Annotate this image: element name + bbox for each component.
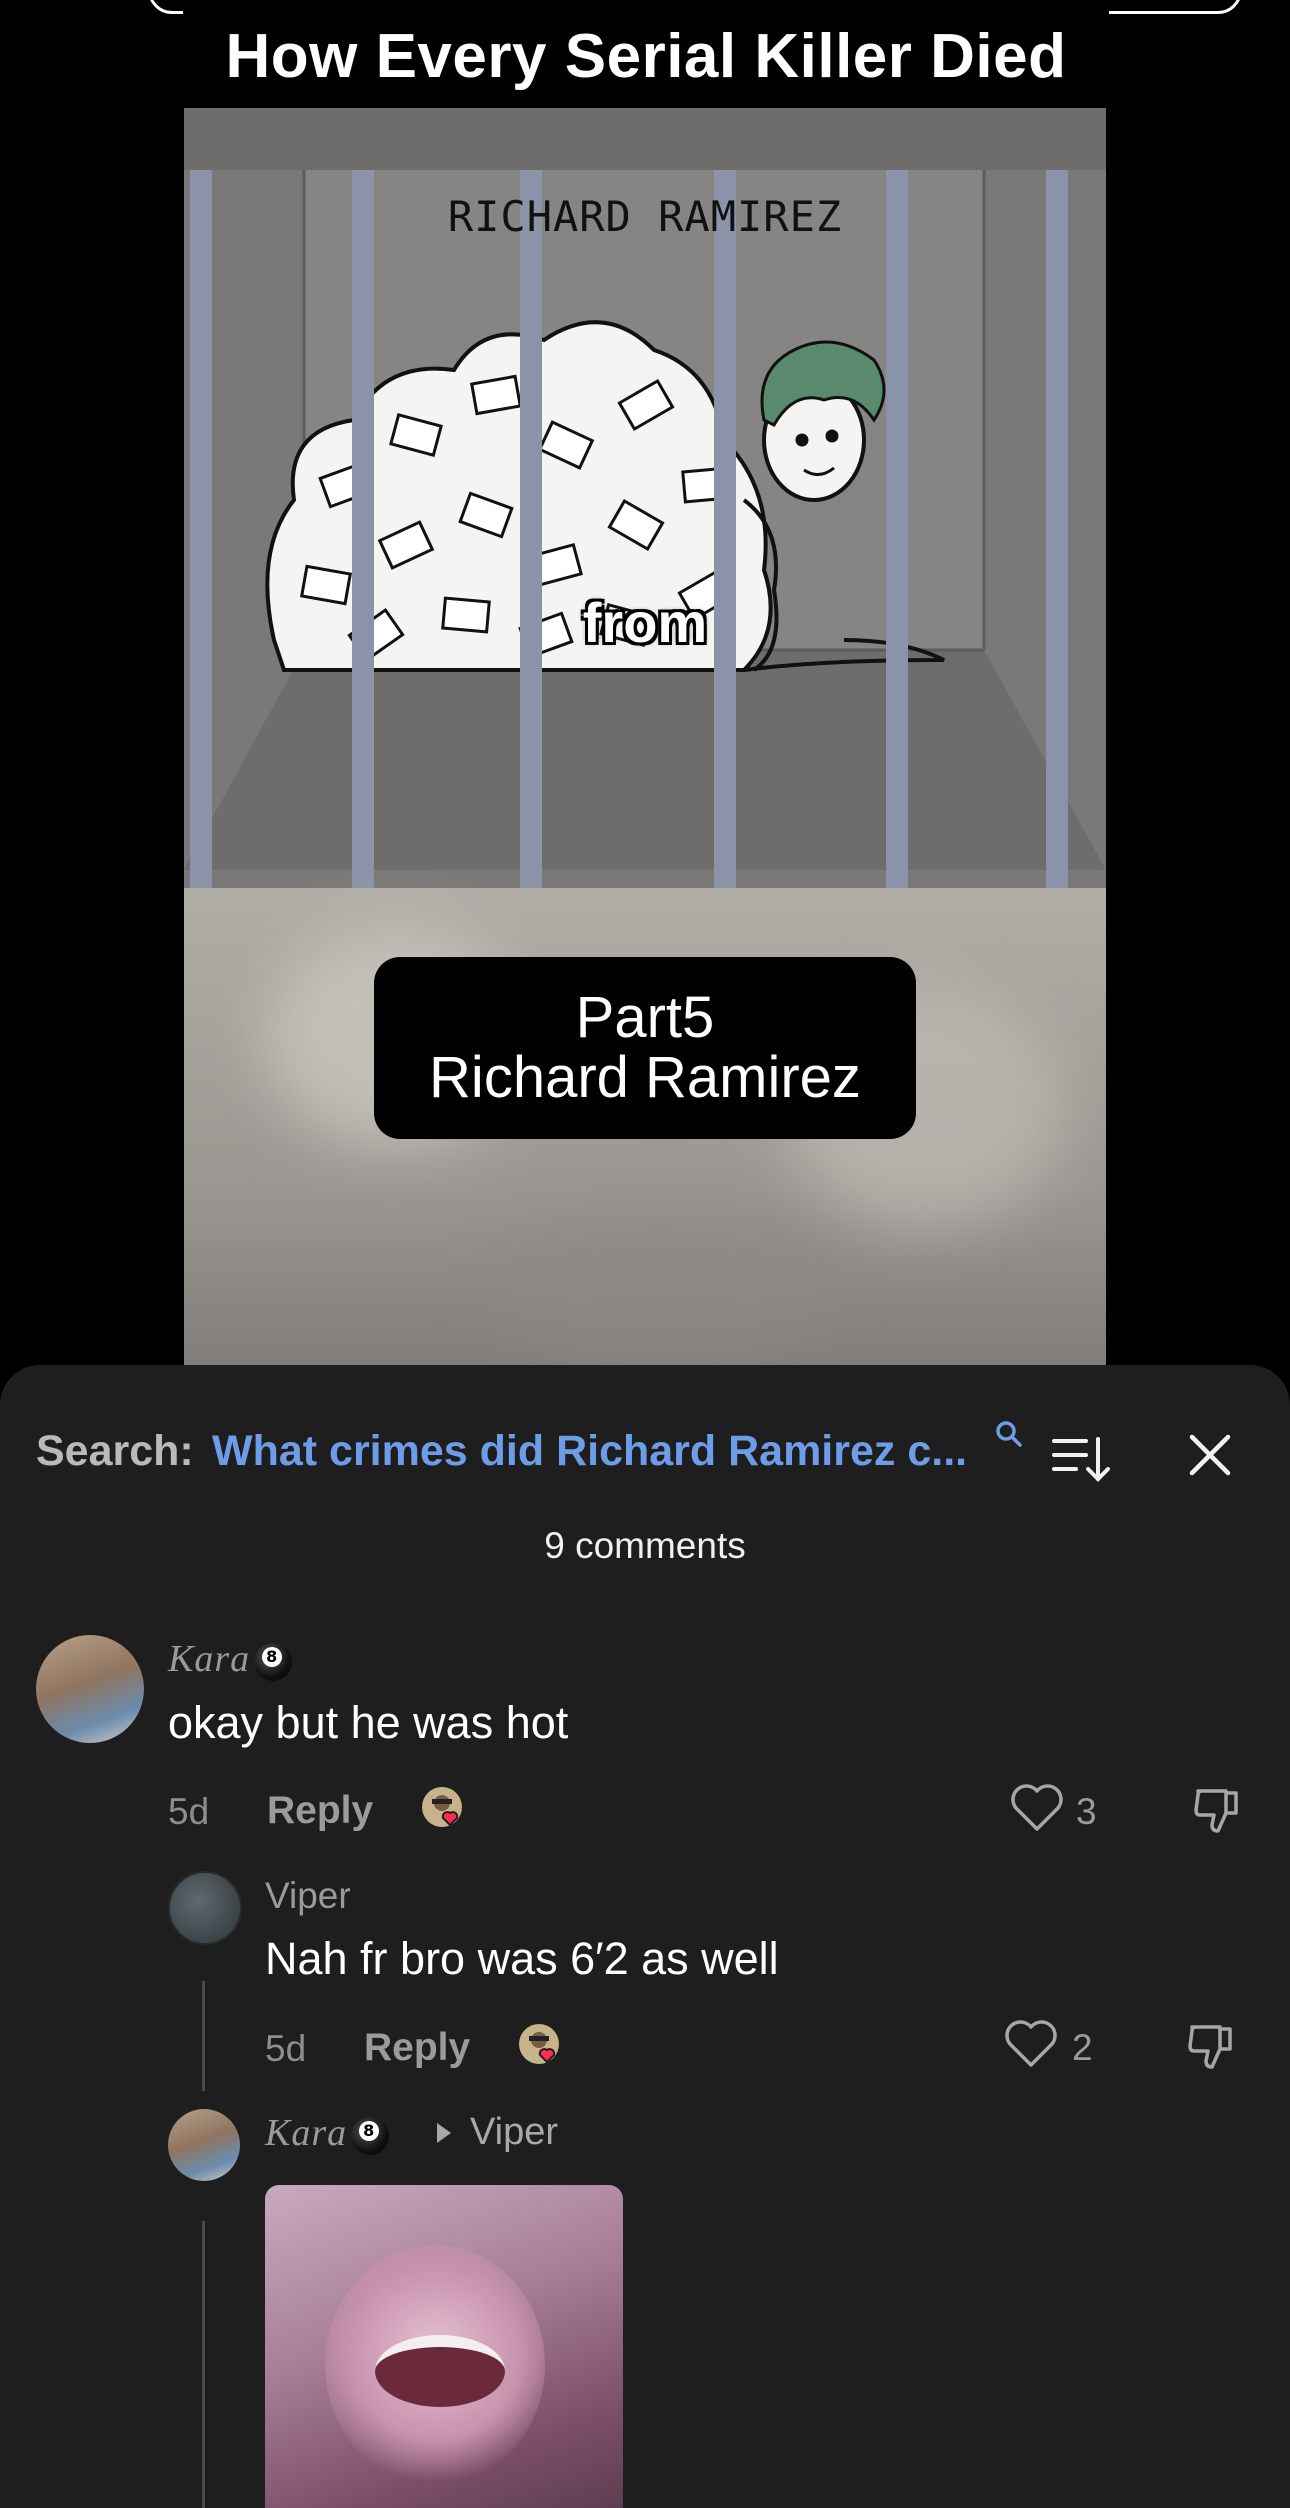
avatar[interactable] — [168, 1871, 242, 1945]
reply-to-username[interactable]: Viper — [470, 2111, 558, 2154]
8-ball-icon — [351, 2117, 390, 2156]
search-prefix: Search: — [36, 1427, 194, 1475]
search-query-link[interactable]: What crimes did Richard Ramirez c... — [212, 1427, 1020, 1476]
username-text: Kara — [168, 1638, 251, 1680]
like-count: 3 — [1076, 1791, 1097, 1832]
part-subject: Richard Ramirez — [429, 1045, 861, 1110]
reply-text: Nah fr bro was 6′2 as well — [265, 1933, 779, 1984]
comment-username[interactable]: Kara — [168, 1637, 293, 1682]
search-icon[interactable] — [994, 1419, 1024, 1454]
thumbs-down-icon — [1188, 2025, 1232, 2069]
creator-liked-icon — [420, 1785, 470, 1835]
avatar[interactable] — [36, 1635, 144, 1743]
scene-name-label: RICHARD RAMIREZ — [447, 192, 843, 241]
comment-search-bar[interactable]: Search: What crimes did Richard Ramirez … — [36, 1415, 1256, 1495]
heart-icon — [1005, 2020, 1057, 2067]
video-frame[interactable]: RICHARD RAMIREZ from — [184, 108, 1106, 1380]
frame-top-band — [184, 108, 1106, 170]
reply-username[interactable]: Viper — [265, 1875, 351, 1917]
comment-count: 9 comments — [544, 1525, 746, 1566]
like-button[interactable]: 2 — [1004, 2019, 1114, 2079]
thread-line — [202, 2221, 205, 2508]
subtitle-word: from — [582, 591, 708, 654]
comment-text: okay but he was hot — [168, 1697, 569, 1748]
part-caption-box: Part5 Richard Ramirez — [374, 957, 916, 1139]
thumbs-down-icon — [1194, 1789, 1238, 1833]
dislike-button[interactable] — [1184, 2019, 1240, 2075]
dislike-button[interactable] — [1190, 1783, 1246, 1839]
creator-liked-icon — [517, 2022, 567, 2072]
8-ball-icon — [254, 1643, 293, 1682]
reply-to-arrow-icon — [437, 2123, 451, 2143]
comments-sheet: Search: What crimes did Richard Ramirez … — [0, 1365, 1290, 2508]
heart-icon — [1011, 1784, 1063, 1831]
blurred-background — [484, 1208, 844, 1368]
part-number: Part5 — [575, 985, 715, 1050]
cartoon-cell-scene: RICHARD RAMIREZ from — [184, 170, 1106, 888]
video-title: How Every Serial Killer Died — [183, 0, 1109, 112]
reply-timestamp: 5d — [265, 2028, 307, 2069]
sort-icon[interactable] — [1050, 1435, 1114, 1490]
gif-mouth — [375, 2335, 505, 2407]
reply-button[interactable]: Reply — [364, 2026, 470, 2070]
username-text: Kara — [265, 2112, 348, 2154]
reply-gif-image[interactable] — [265, 2185, 623, 2508]
comment-timestamp: 5d — [168, 1791, 210, 1832]
thread-line — [202, 1981, 205, 2091]
reply-button[interactable]: Reply — [267, 1789, 373, 1833]
like-button[interactable]: 3 — [1010, 1783, 1120, 1843]
reply-username[interactable]: Kara — [265, 2111, 390, 2156]
like-count: 2 — [1072, 2027, 1093, 2068]
video-player[interactable]: How Every Serial Killer Died RICHARD RAM… — [0, 0, 1290, 1380]
close-icon[interactable] — [1188, 1433, 1232, 1482]
avatar[interactable] — [168, 2109, 240, 2181]
